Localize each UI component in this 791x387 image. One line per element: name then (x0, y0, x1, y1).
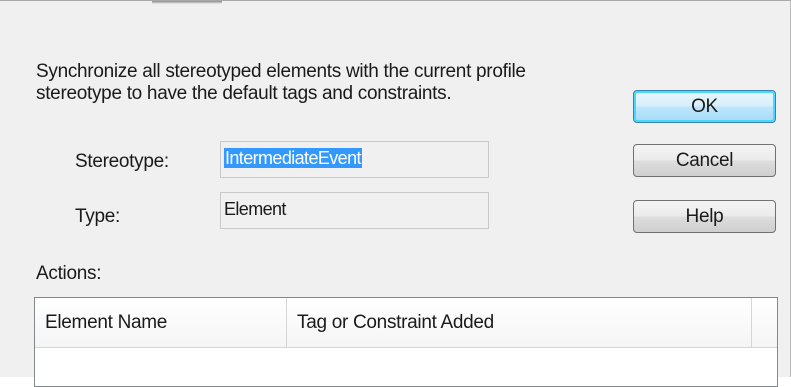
type-value[interactable]: Element (224, 199, 286, 219)
cancel-button[interactable]: Cancel (633, 144, 776, 177)
actions-list-header: Element Name Tag or Constraint Added (35, 298, 777, 348)
column-header-tag-or-constraint[interactable]: Tag or Constraint Added (287, 298, 752, 347)
stereotype-label: Stereotype: (75, 151, 169, 172)
stereotype-field[interactable]: IntermediateEvent (220, 141, 489, 178)
column-header-element-name[interactable]: Element Name (35, 298, 287, 347)
sync-stereotype-dialog: Synchronize all stereotyped elements wit… (0, 0, 791, 387)
description-line-2: stereotype to have the default tags and … (36, 83, 452, 104)
actions-list[interactable]: Element Name Tag or Constraint Added (34, 297, 778, 387)
type-label: Type: (75, 206, 120, 227)
actions-label: Actions: (36, 263, 102, 284)
ok-button[interactable]: OK (633, 90, 776, 123)
stereotype-value[interactable]: IntermediateEvent (224, 148, 362, 168)
description-line-1: Synchronize all stereotyped elements wit… (36, 61, 526, 82)
help-button[interactable]: Help (633, 200, 776, 233)
column-header-filler (752, 298, 777, 347)
type-field[interactable]: Element (220, 192, 489, 229)
title-bar-edge (152, 1, 222, 4)
dialog-description: Synchronize all stereotyped elements wit… (36, 61, 616, 105)
